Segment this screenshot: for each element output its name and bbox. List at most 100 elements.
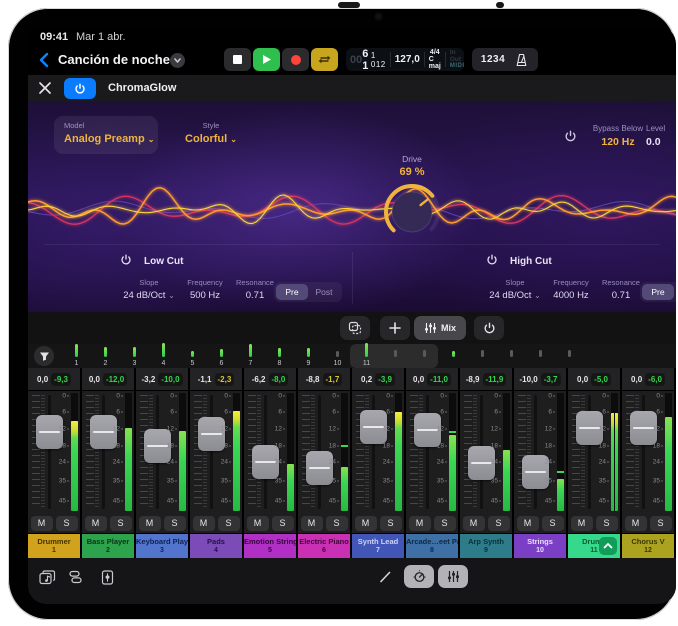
overview-track-4[interactable]: 4 [149, 344, 178, 368]
high-cut-post-button[interactable]: Post [674, 284, 676, 300]
fader-track[interactable] [210, 395, 213, 509]
overview-track-7[interactable]: 7 [236, 344, 265, 368]
mute-button[interactable]: M [409, 516, 431, 531]
mixer-power-button[interactable] [474, 316, 504, 340]
overview-track-tick[interactable] [381, 344, 410, 368]
db-readout[interactable]: -6,2-8,0 [244, 368, 296, 390]
solo-button[interactable]: S [56, 516, 78, 531]
cycle-button[interactable] [311, 48, 338, 71]
high-cut-power-icon[interactable] [486, 254, 498, 266]
fader-track[interactable] [48, 395, 51, 509]
overview-track-10[interactable]: 10 [323, 344, 352, 368]
overview-track-tick[interactable] [468, 344, 497, 368]
db-readout[interactable]: 0,0-11,0 [406, 368, 458, 390]
db-readout[interactable]: 0,0-9,3 [28, 368, 80, 390]
db-readout[interactable]: -3,2-10,0 [136, 368, 188, 390]
stop-button[interactable] [224, 48, 251, 71]
drive-knob[interactable] [382, 182, 442, 242]
mute-button[interactable]: M [247, 516, 269, 531]
mix-view-button[interactable]: Mix [414, 316, 466, 340]
song-title[interactable]: Canción de noche [58, 52, 170, 67]
lcd-display[interactable]: 00 6 1 1 012 127,0 4/4 C maj In Out MIDI [346, 48, 464, 71]
track-name-label[interactable]: Drums11 [568, 534, 620, 558]
overview-track-tick[interactable] [526, 344, 555, 368]
fader-track[interactable] [102, 395, 105, 509]
style-select[interactable]: Style Colorful ⌄ [176, 116, 246, 154]
count-in-button[interactable]: 1234 [481, 54, 505, 65]
mute-button[interactable]: M [193, 516, 215, 531]
play-button[interactable] [253, 48, 280, 71]
low-cut-post-button[interactable]: Post [308, 284, 340, 300]
routing-button[interactable] [66, 568, 84, 586]
track-name-label[interactable]: Chorus V12 [622, 534, 674, 558]
track-name-label[interactable]: Arp Synth9 [460, 534, 512, 558]
mute-button[interactable]: M [517, 516, 539, 531]
track-name-label[interactable]: Strings10 [514, 534, 566, 558]
fader-track[interactable] [534, 395, 537, 509]
song-menu-chevron[interactable] [170, 53, 185, 68]
overview-track-tick[interactable] [497, 344, 526, 368]
solo-button[interactable]: S [596, 516, 618, 531]
overview-track-tick[interactable] [555, 344, 584, 368]
overview-track-8[interactable]: 8 [265, 344, 294, 368]
db-readout[interactable]: 0,0-6,0 [622, 368, 674, 390]
overview-track-tick[interactable] [439, 344, 468, 368]
overview-track-9[interactable]: 9 [294, 344, 323, 368]
metronome-icon[interactable] [514, 53, 529, 67]
track-name-label[interactable]: Synth Lead7 [352, 534, 404, 558]
track-name-label[interactable]: Keyboard Player3 [136, 534, 188, 558]
overview-track-5[interactable]: 5 [178, 344, 207, 368]
loop-browser-button[interactable] [38, 568, 56, 586]
mute-button[interactable]: M [139, 516, 161, 531]
fader-view-button[interactable] [98, 568, 116, 586]
collapse-summing-stack-button[interactable] [599, 537, 617, 555]
solo-button[interactable]: S [110, 516, 132, 531]
track-name-label[interactable]: Electric Piano6 [298, 534, 350, 558]
mixer-view-button[interactable] [438, 565, 468, 588]
high-cut-pre-button[interactable]: Pre [642, 284, 674, 300]
solo-button[interactable]: S [650, 516, 672, 531]
solo-button[interactable]: S [488, 516, 510, 531]
mute-button[interactable]: M [463, 516, 485, 531]
level-control[interactable]: Level 0.0 [646, 124, 676, 148]
overview-track-6[interactable]: 6 [207, 344, 236, 368]
record-button[interactable] [282, 48, 309, 71]
plugin-power-button[interactable] [64, 78, 96, 99]
track-name-label[interactable]: Pads4 [190, 534, 242, 558]
close-icon[interactable] [38, 81, 52, 95]
overview-track-2[interactable]: 2 [91, 344, 120, 368]
copy-settings-button[interactable] [340, 316, 370, 340]
db-readout[interactable]: -1,1-2,3 [190, 368, 242, 390]
track-name-label[interactable]: Bass Player2 [82, 534, 134, 558]
overview-track-3[interactable]: 3 [120, 344, 149, 368]
track-name-label[interactable]: Drummer1 [28, 534, 80, 558]
db-readout[interactable]: 0,0-12,0 [82, 368, 134, 390]
model-select[interactable]: Model Analog Preamp ⌄ [54, 116, 158, 154]
overview-track-11[interactable]: 11 [352, 344, 381, 368]
track-name-label[interactable]: Emotion Strings5 [244, 534, 296, 558]
mute-button[interactable]: M [31, 516, 53, 531]
db-readout[interactable]: 0,2-3,9 [352, 368, 404, 390]
mute-button[interactable]: M [301, 516, 323, 531]
back-button[interactable] [36, 50, 54, 70]
mute-button[interactable]: M [85, 516, 107, 531]
solo-button[interactable]: S [272, 516, 294, 531]
low-cut-power-icon[interactable] [120, 254, 132, 266]
smart-controls-button[interactable] [404, 565, 434, 588]
solo-button[interactable]: S [164, 516, 186, 531]
solo-button[interactable]: S [434, 516, 456, 531]
filter-button[interactable] [34, 346, 54, 366]
pencil-tool-button[interactable] [376, 568, 394, 586]
track-name-label[interactable]: Arcade…eet Pad8 [406, 534, 458, 558]
low-cut-pre-button[interactable]: Pre [276, 284, 308, 300]
db-readout[interactable]: -8,9-11,9 [460, 368, 512, 390]
solo-button[interactable]: S [326, 516, 348, 531]
overview-track-tick[interactable] [410, 344, 439, 368]
db-readout[interactable]: -10,0-3,7 [514, 368, 566, 390]
bypass-below-control[interactable]: Bypass Below 120 Hz [580, 124, 656, 148]
bypass-power-icon[interactable] [564, 130, 577, 143]
mute-button[interactable]: M [625, 516, 647, 531]
overview-track-1[interactable]: 1 [62, 344, 91, 368]
db-readout[interactable]: -8,8-1,7 [298, 368, 350, 390]
mute-button[interactable]: M [571, 516, 593, 531]
